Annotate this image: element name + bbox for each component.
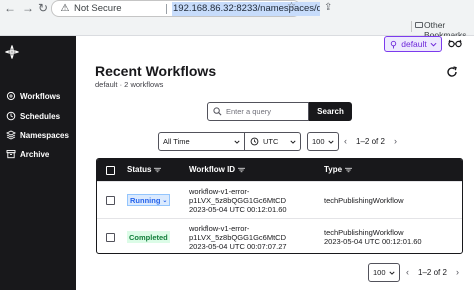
next-page-icon[interactable]: › <box>456 267 459 277</box>
temporal-logo-icon[interactable] <box>5 45 19 59</box>
forward-arrow-icon[interactable]: → <box>22 1 34 15</box>
column-type[interactable]: Type <box>324 165 353 174</box>
sidebar: Workflows Schedules Namespaces Archive <box>0 36 76 290</box>
column-workflow-id[interactable]: Workflow ID <box>189 165 246 174</box>
page-info: 1–2 of 2 <box>356 137 385 146</box>
search-icon <box>213 107 222 116</box>
chevron-down-icon <box>389 271 395 275</box>
status-badge: Running ⌄ <box>127 194 171 206</box>
chevron-down-icon: ⌄ <box>162 197 168 204</box>
footer-page-info: 1–2 of 2 <box>418 268 447 277</box>
status-label: Running <box>130 195 161 205</box>
previous-page-icon[interactable]: ‹ <box>406 267 409 277</box>
namespace-selector[interactable]: default <box>384 36 442 52</box>
sidebar-item-label: Namespaces <box>20 130 69 140</box>
column-status[interactable]: Status <box>127 165 162 174</box>
bookmark-star-icon[interactable]: ☆ <box>287 1 296 12</box>
main-content: default Recent Workflows default · 2 wor… <box>76 36 474 290</box>
namespaces-icon <box>6 130 16 140</box>
reload-icon[interactable]: ↻ <box>38 1 48 15</box>
timezone-value: UTC <box>263 137 279 146</box>
sidebar-item-label: Schedules <box>20 111 61 121</box>
url-text[interactable]: 192.168.86.32:8233/namespaces/d <box>172 2 320 16</box>
table-header: Status Workflow ID Type <box>97 159 462 181</box>
schedules-icon <box>6 111 16 121</box>
filter-icon <box>238 167 246 172</box>
workflow-id-line1[interactable]: workflow-v1-error- <box>189 224 249 233</box>
address-bar[interactable]: ⚠ Not Secure 192.168.86.32:8233/namespac… <box>51 0 332 17</box>
search-input[interactable] <box>226 107 306 116</box>
share-icon[interactable]: ⇪ <box>324 2 332 13</box>
chevron-down-icon <box>328 140 334 144</box>
sidebar-item-archive[interactable]: Archive <box>6 147 49 161</box>
workflow-start-time: 2023-05-04 UTC 00:12:01.60 <box>189 205 287 214</box>
footer-page-size-select[interactable]: 100 <box>368 263 400 282</box>
chevron-down-icon <box>234 140 240 144</box>
page-subtitle: default · 2 workflows <box>95 80 164 89</box>
workflow-id-line1[interactable]: workflow-v1-error- <box>189 187 249 196</box>
clock-icon <box>250 137 259 146</box>
sidebar-item-schedules[interactable]: Schedules <box>6 109 60 123</box>
filter-icon <box>345 167 353 172</box>
time-range-select[interactable]: All Time <box>158 132 245 151</box>
row-checkbox[interactable] <box>106 196 115 205</box>
security-label: Not Secure <box>74 3 122 14</box>
warning-icon: ⚠ <box>60 3 70 14</box>
back-arrow-icon[interactable]: ← <box>4 1 16 15</box>
sidebar-item-workflows[interactable]: Workflows <box>6 89 60 103</box>
column-status-label: Status <box>127 165 152 174</box>
workflow-type: techPublishingWorkflow <box>324 196 404 205</box>
sidebar-item-namespaces[interactable]: Namespaces <box>6 128 69 142</box>
next-page-icon[interactable]: › <box>394 136 397 146</box>
page-size-value: 100 <box>312 137 325 146</box>
timezone-select[interactable]: UTC <box>245 132 301 151</box>
workflows-icon <box>6 91 16 101</box>
archive-icon <box>6 150 16 159</box>
workflow-id-line2[interactable]: p1LVX_5z8bQGG1Gc6MtCD <box>189 233 286 242</box>
workflow-end-time: 2023-05-04 UTC 00:12:01.60 <box>324 237 422 246</box>
table-row[interactable]: Completed workflow-v1-error- p1LVX_5z8bQ… <box>97 218 462 253</box>
namespace-icon <box>391 40 397 49</box>
browser-toolbar: ← → ↻ ⚠ Not Secure 192.168.86.32:8233/na… <box>0 0 474 18</box>
workflows-table: Status Workflow ID Type Running ⌄ workfl… <box>96 158 463 254</box>
folder-icon <box>415 22 423 28</box>
sidebar-item-label: Workflows <box>20 91 61 101</box>
search-button[interactable]: Search <box>309 102 352 121</box>
column-type-label: Type <box>324 165 343 174</box>
page-title: Recent Workflows <box>95 63 217 79</box>
address-separator <box>166 4 167 14</box>
footer-page-size-value: 100 <box>373 268 386 277</box>
workflow-id-line2[interactable]: p1LVX_5z8bQGG1Gc6MtCD <box>189 196 286 205</box>
workflow-start-time: 2023-05-04 UTC 00:07:07.27 <box>189 242 287 251</box>
status-badge: Completed <box>127 231 170 243</box>
glasses-icon[interactable] <box>448 39 462 48</box>
select-all-checkbox[interactable] <box>106 166 115 175</box>
row-checkbox[interactable] <box>106 233 115 242</box>
filter-icon <box>154 167 162 172</box>
page-size-select[interactable]: 100 <box>307 132 339 151</box>
time-range-value: All Time <box>163 137 190 146</box>
chevron-down-icon <box>430 42 437 47</box>
sidebar-item-label: Archive <box>20 149 50 159</box>
bookmarks-bar: Other Bookmarks <box>0 18 474 40</box>
refresh-icon[interactable] <box>446 66 458 78</box>
status-label: Completed <box>129 232 168 242</box>
search-field[interactable] <box>207 102 309 121</box>
chevron-down-icon <box>290 140 296 144</box>
table-row[interactable]: Running ⌄ workflow-v1-error- p1LVX_5z8bQ… <box>97 181 462 218</box>
previous-page-icon[interactable]: ‹ <box>344 136 347 146</box>
namespace-label: default <box>401 39 427 49</box>
bookmark-divider <box>411 21 412 32</box>
column-workflow-id-label: Workflow ID <box>189 165 236 174</box>
workflow-type: techPublishingWorkflow <box>324 228 404 237</box>
